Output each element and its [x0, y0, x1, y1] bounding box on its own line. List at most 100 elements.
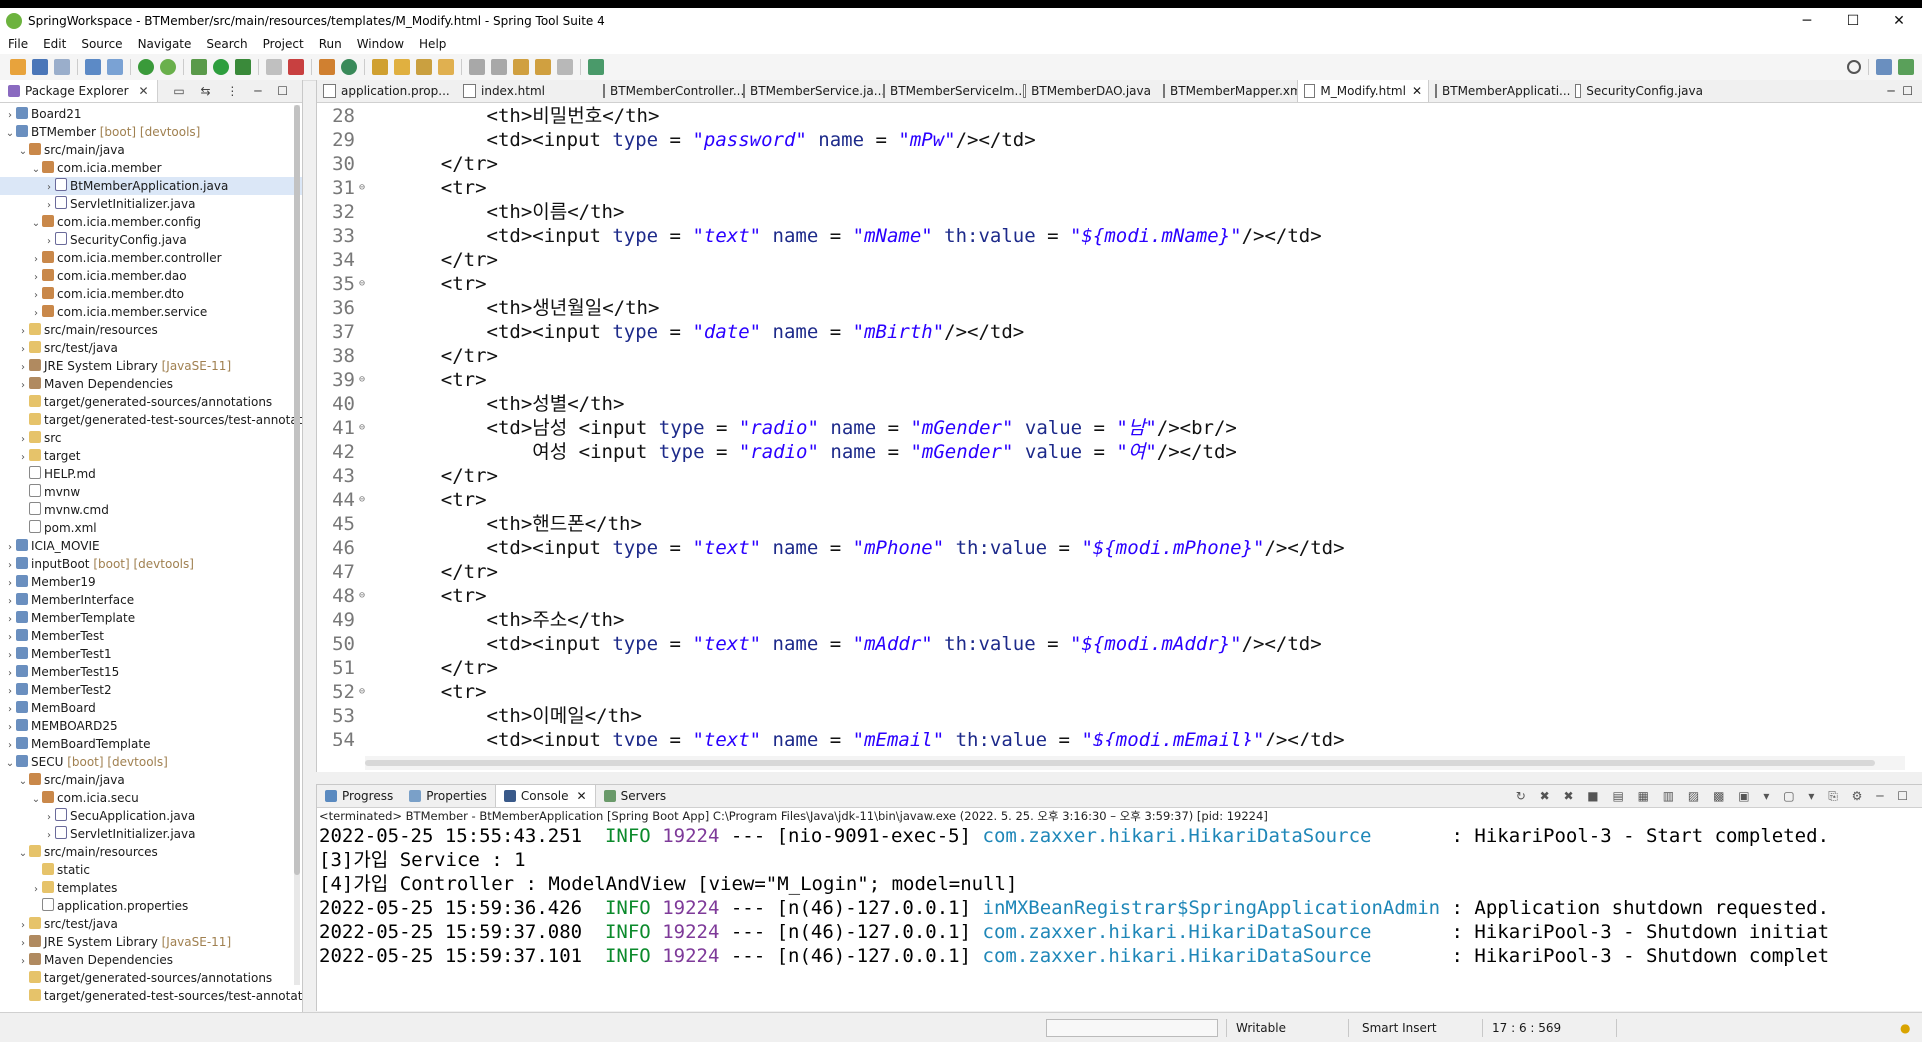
close-icon[interactable]: ✕: [577, 785, 587, 807]
tree-item[interactable]: › Board21: [0, 105, 302, 123]
code-line[interactable]: 53 <th>이메일</th>: [317, 704, 1907, 728]
spring-relaunch-icon[interactable]: [160, 59, 176, 75]
menu-file[interactable]: File: [0, 37, 35, 51]
editor-horizontal-scrollbar[interactable]: [365, 756, 1905, 770]
menu-project[interactable]: Project: [255, 37, 311, 51]
close-icon[interactable]: ✕: [1412, 80, 1422, 102]
debug-icon[interactable]: [191, 59, 207, 75]
close-button[interactable]: ✕: [1876, 8, 1922, 34]
tree-item[interactable]: › MemberTest1: [0, 645, 302, 663]
last-edit-icon[interactable]: [513, 59, 529, 75]
tree-scrollbar[interactable]: [294, 105, 300, 985]
tree-item[interactable]: › ICIA_MOVIE: [0, 537, 302, 555]
tree-item[interactable]: › Maven Dependencies: [0, 375, 302, 393]
menu-navigate[interactable]: Navigate: [130, 37, 199, 51]
code-line[interactable]: 37 <td><input type = "date" name = "mBir…: [317, 320, 1907, 344]
back-icon[interactable]: [535, 59, 551, 75]
tree-item[interactable]: ⌄ com.icia.member: [0, 159, 302, 177]
editor-tab[interactable]: BTMemberServiceIm...: [877, 80, 1026, 102]
menu-edit[interactable]: Edit: [35, 37, 73, 51]
code-line[interactable]: 41 ⊖ <td>남성 <input type = "radio" name = …: [317, 416, 1907, 440]
tree-item[interactable]: mvnw: [0, 483, 302, 501]
tab-servers[interactable]: Servers: [596, 785, 675, 807]
code-line[interactable]: 36 <th>생년월일</th>: [317, 296, 1907, 320]
maximize-button[interactable]: ☐: [1830, 8, 1876, 34]
tree-item[interactable]: ⌄ src/main/java: [0, 771, 302, 789]
minimize-button[interactable]: ─: [1784, 8, 1830, 34]
server-icon[interactable]: [288, 59, 304, 75]
code-line[interactable]: 47 </tr>: [317, 560, 1907, 584]
tree-item[interactable]: target/generated-test-sources/test-annot…: [0, 987, 302, 1005]
tree-item[interactable]: ⌄ BTMember [boot] [devtools]: [0, 123, 302, 141]
tree-item[interactable]: › MemBoardTemplate: [0, 735, 302, 753]
code-line[interactable]: 45 <th>핸드폰</th>: [317, 512, 1907, 536]
fold-toggle-icon[interactable]: ⊖: [359, 680, 369, 704]
code-editor[interactable]: 28 <th>비밀번호</th> 29 <td><input type = "pa…: [317, 104, 1907, 746]
code-line[interactable]: 51 </tr>: [317, 656, 1907, 680]
search-icon[interactable]: [1847, 60, 1861, 74]
code-line[interactable]: 43 </tr>: [317, 464, 1907, 488]
fold-toggle-icon[interactable]: ⊖: [359, 368, 369, 392]
console-output[interactable]: 2022-05-25 15:55:43.251 INFO 19224 --- […: [317, 824, 1922, 968]
editor-tab[interactable]: BTMemberApplicati...: [1429, 80, 1570, 102]
editor-tab[interactable]: BTMemberMapper.xml: [1157, 80, 1305, 102]
fold-toggle-icon[interactable]: ⊖: [359, 416, 369, 440]
pin-editor-icon[interactable]: [588, 59, 604, 75]
save-all-icon[interactable]: [54, 59, 70, 75]
console-toolbar-icons[interactable]: ↻ ✖ ✖ ■ ▤ ▦ ▥ ▨ ▩ ▣ ▾ ▢ ▾ ⎘ ⚙ ─ ☐: [1516, 789, 1913, 804]
fold-toggle-icon[interactable]: ⊖: [359, 584, 369, 608]
tree-item[interactable]: › target: [0, 447, 302, 465]
tree-item[interactable]: › src/test/java: [0, 339, 302, 357]
tree-item[interactable]: › MemberTest15: [0, 663, 302, 681]
tree-item[interactable]: ⌄ com.icia.member.config: [0, 213, 302, 231]
fold-toggle-icon[interactable]: ⊖: [359, 272, 369, 296]
tree-item[interactable]: › MemBoard: [0, 699, 302, 717]
skip-breakpoints-icon[interactable]: [107, 59, 123, 75]
fold-toggle-icon[interactable]: ⊖: [359, 176, 369, 200]
code-line[interactable]: 46 <td><input type = "text" name = "mPho…: [317, 536, 1907, 560]
tree-item[interactable]: › Member19: [0, 573, 302, 591]
tree-item[interactable]: ⌄ com.icia.secu: [0, 789, 302, 807]
code-line[interactable]: 39 ⊖ <tr>: [317, 368, 1907, 392]
save-icon[interactable]: [32, 59, 48, 75]
code-line[interactable]: 31 ⊖ <tr>: [317, 176, 1907, 200]
search-tool-icon[interactable]: [416, 59, 432, 75]
new-class-icon[interactable]: [341, 59, 357, 75]
editor-tab[interactable]: SecurityConfig.java: [1569, 80, 1709, 102]
tree-item[interactable]: HELP.md: [0, 465, 302, 483]
tree-item[interactable]: › ServletInitializer.java: [0, 195, 302, 213]
code-line[interactable]: 44 ⊖ <tr>: [317, 488, 1907, 512]
menu-help[interactable]: Help: [411, 37, 453, 51]
tree-item[interactable]: › templates: [0, 879, 302, 897]
tree-item[interactable]: › ServletInitializer.java: [0, 825, 302, 843]
tree-item[interactable]: › com.icia.member.service: [0, 303, 302, 321]
code-line[interactable]: 33 <td><input type = "text" name = "mNam…: [317, 224, 1907, 248]
tree-item[interactable]: › MEMBOARD25: [0, 717, 302, 735]
tree-item[interactable]: ⌄ src/main/resources: [0, 843, 302, 861]
tree-item[interactable]: › SecurityConfig.java: [0, 231, 302, 249]
tree-item[interactable]: target/generated-sources/annotations: [0, 393, 302, 411]
annotation-icon[interactable]: [438, 59, 454, 75]
tree-item[interactable]: pom.xml: [0, 519, 302, 537]
tree-item[interactable]: › JRE System Library [JavaSE-11]: [0, 357, 302, 375]
code-line[interactable]: 48 ⊖ <tr>: [317, 584, 1907, 608]
new-icon[interactable]: [10, 59, 26, 75]
terminal-icon[interactable]: [85, 59, 101, 75]
editor-tab[interactable]: BTMemberController...: [597, 80, 744, 102]
code-line[interactable]: 38 </tr>: [317, 344, 1907, 368]
prev-annotation-icon[interactable]: [491, 59, 507, 75]
tree-item[interactable]: › com.icia.member.dao: [0, 267, 302, 285]
tree-item[interactable]: › MemberTest2: [0, 681, 302, 699]
close-icon[interactable]: ✕: [139, 80, 149, 102]
code-line[interactable]: 28 <th>비밀번호</th>: [317, 104, 1907, 128]
view-menu-icon[interactable]: ▭ ⇆ ⋮ ─ ☐: [173, 84, 294, 98]
run-config-icon[interactable]: [235, 59, 251, 75]
code-line[interactable]: 32 <th>이름</th>: [317, 200, 1907, 224]
tree-item[interactable]: › MemberTest: [0, 627, 302, 645]
tree-item[interactable]: ⌄ SECU [boot] [devtools]: [0, 753, 302, 771]
open-type-icon[interactable]: [372, 59, 388, 75]
tree-item[interactable]: target/generated-sources/annotations: [0, 969, 302, 987]
code-line[interactable]: 54 <td><input type = "text" name = "mEma…: [317, 728, 1907, 746]
open-perspective-icon[interactable]: [1876, 59, 1892, 75]
code-line[interactable]: 49 <th>주소</th>: [317, 608, 1907, 632]
